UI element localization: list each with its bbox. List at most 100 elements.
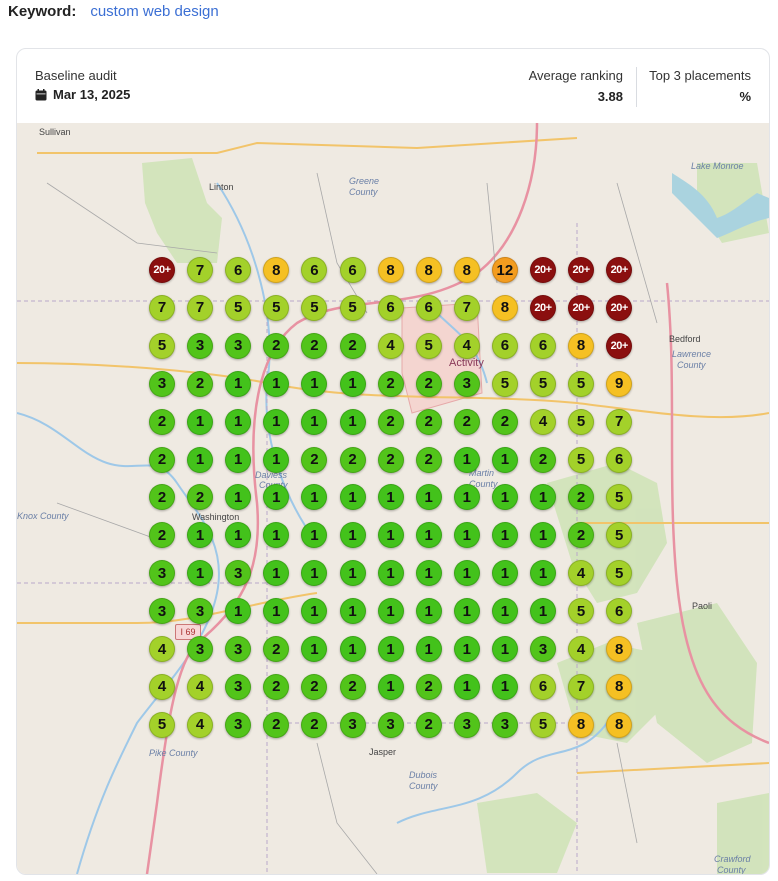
rank-pin[interactable]: 2 (377, 446, 404, 473)
rank-pin[interactable]: 1 (263, 522, 290, 549)
rank-pin[interactable]: 3 (149, 560, 175, 587)
rank-pin[interactable]: 2 (415, 711, 442, 738)
rank-pin[interactable]: 1 (377, 598, 404, 625)
rank-pin[interactable]: 4 (187, 673, 214, 700)
rank-pin[interactable]: 1 (377, 673, 404, 700)
rank-pin[interactable]: 20+ (606, 294, 633, 321)
rank-pin[interactable]: 5 (491, 370, 518, 397)
rank-pin[interactable]: 5 (149, 332, 175, 359)
rank-pin[interactable]: 4 (568, 560, 595, 587)
rank-pin[interactable]: 2 (149, 484, 175, 511)
rank-pin[interactable]: 1 (225, 598, 252, 625)
rank-pin[interactable]: 9 (606, 370, 633, 397)
rank-pin[interactable]: 5 (301, 294, 328, 321)
rank-pin[interactable]: 2 (263, 332, 290, 359)
rank-pin[interactable]: 1 (377, 522, 404, 549)
rank-pin[interactable]: 1 (263, 370, 290, 397)
rank-pin[interactable]: 1 (530, 522, 556, 549)
rank-pin[interactable]: 1 (453, 522, 480, 549)
rank-pin[interactable]: 2 (415, 673, 442, 700)
rank-pin[interactable]: 1 (415, 522, 442, 549)
rank-pin[interactable]: 1 (377, 560, 404, 587)
rank-pin[interactable]: 2 (339, 446, 366, 473)
rank-pin[interactable]: 1 (225, 370, 252, 397)
rank-pin[interactable]: 2 (339, 673, 366, 700)
rank-pin[interactable]: 2 (415, 408, 442, 435)
rank-pin[interactable]: 8 (568, 711, 595, 738)
rank-pin[interactable]: 1 (491, 484, 518, 511)
rank-pin[interactable]: 2 (149, 522, 175, 549)
rank-pin[interactable]: 3 (491, 711, 518, 738)
rank-pin[interactable]: 5 (568, 370, 595, 397)
rank-pin[interactable]: 2 (453, 408, 480, 435)
rank-pin[interactable]: 2 (263, 636, 290, 662)
rank-pin[interactable]: 4 (187, 711, 214, 738)
rank-pin[interactable]: 6 (301, 257, 328, 283)
rank-pin[interactable]: 1 (491, 673, 518, 700)
rank-pin[interactable]: 5 (263, 294, 290, 321)
rank-pin[interactable]: 3 (225, 636, 252, 662)
rank-pin[interactable]: 3 (453, 711, 480, 738)
rank-pin[interactable]: 1 (415, 598, 442, 625)
rank-pin[interactable]: 3 (149, 370, 175, 397)
rank-pin[interactable]: 3 (225, 673, 252, 700)
rank-pin[interactable]: 7 (187, 257, 214, 283)
rank-pin[interactable]: 1 (301, 598, 328, 625)
rank-pin[interactable]: 8 (606, 636, 633, 662)
rank-pin[interactable]: 1 (187, 446, 214, 473)
rank-pin[interactable]: 20+ (568, 257, 595, 283)
rank-pin[interactable]: 2 (149, 408, 175, 435)
rank-pin[interactable]: 1 (301, 636, 328, 662)
rank-pin[interactable]: 2 (377, 408, 404, 435)
rank-pin[interactable]: 5 (606, 484, 633, 511)
rank-pin[interactable]: 20+ (530, 294, 556, 321)
rank-pin[interactable]: 8 (377, 257, 404, 283)
rank-pin[interactable]: 1 (339, 522, 366, 549)
rank-pin[interactable]: 1 (491, 598, 518, 625)
rank-pin[interactable]: 1 (453, 673, 480, 700)
rank-pin[interactable]: 2 (149, 446, 175, 473)
rank-pin[interactable]: 8 (491, 294, 518, 321)
rank-pin[interactable]: 12 (491, 257, 518, 283)
rank-pin[interactable]: 1 (491, 560, 518, 587)
rank-pin[interactable]: 2 (415, 446, 442, 473)
rank-pin[interactable]: 6 (377, 294, 404, 321)
rank-pin[interactable]: 2 (187, 484, 214, 511)
rank-pin[interactable]: 4 (453, 332, 480, 359)
rank-pin[interactable]: 6 (530, 673, 556, 700)
rank-pin[interactable]: 5 (530, 370, 556, 397)
rank-pin[interactable]: 7 (149, 294, 175, 321)
rank-pin[interactable]: 1 (263, 560, 290, 587)
rank-pin[interactable]: 1 (453, 598, 480, 625)
rank-pin[interactable]: 3 (225, 332, 252, 359)
rank-pin[interactable]: 1 (263, 484, 290, 511)
rank-pin[interactable]: 1 (491, 636, 518, 662)
rank-pin[interactable]: 2 (491, 408, 518, 435)
rank-pin[interactable]: 20+ (606, 332, 633, 359)
rank-pin[interactable]: 7 (187, 294, 214, 321)
rank-pin[interactable]: 20+ (530, 257, 556, 283)
rank-pin[interactable]: 8 (415, 257, 442, 283)
rank-pin[interactable]: 1 (415, 636, 442, 662)
rank-pin[interactable]: 1 (339, 370, 366, 397)
rank-pin[interactable]: 6 (606, 598, 633, 625)
rank-pin[interactable]: 3 (453, 370, 480, 397)
rank-pin[interactable]: 1 (453, 560, 480, 587)
rank-pin[interactable]: 1 (187, 560, 214, 587)
rank-pin[interactable]: 2 (263, 711, 290, 738)
rank-pin[interactable]: 8 (263, 257, 290, 283)
rank-pin[interactable]: 1 (301, 522, 328, 549)
rank-pin[interactable]: 2 (415, 370, 442, 397)
rank-pin[interactable]: 3 (187, 332, 214, 359)
rank-pin[interactable]: 1 (187, 408, 214, 435)
rank-pin[interactable]: 2 (301, 332, 328, 359)
rank-pin[interactable]: 2 (530, 446, 556, 473)
rank-pin[interactable]: 2 (301, 711, 328, 738)
rank-pin[interactable]: 2 (263, 673, 290, 700)
rank-pin[interactable]: 1 (530, 484, 556, 511)
rank-pin[interactable]: 1 (377, 636, 404, 662)
rank-pin[interactable]: 4 (530, 408, 556, 435)
rank-pin[interactable]: 1 (339, 636, 366, 662)
rank-pin[interactable]: 5 (606, 560, 633, 587)
rank-pin[interactable]: 2 (301, 446, 328, 473)
